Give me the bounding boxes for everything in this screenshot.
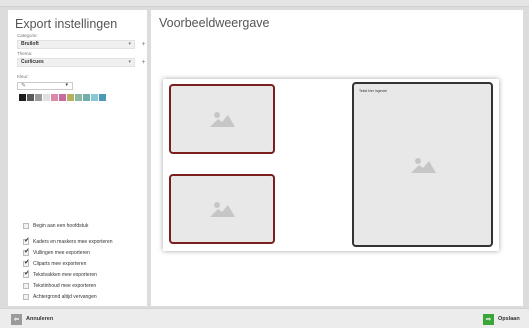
checkbox[interactable] xyxy=(23,269,30,278)
checkbox-label: Kaders en maskers mee exporteren xyxy=(33,239,113,245)
checkbox-label: Cliparts mee exporteren xyxy=(33,261,87,267)
checkbox-label: Achtergrond altijd vervangen xyxy=(33,294,97,300)
forward-arrow-icon: ⇨ xyxy=(483,313,494,325)
footer-bar: ⇦ Annuleren ⇨ Opslaan xyxy=(0,308,529,328)
photo-frame[interactable] xyxy=(169,174,275,244)
add-thema-button[interactable]: + xyxy=(139,58,148,67)
thema-value: Curlicues xyxy=(21,59,44,65)
chevron-down-icon: ▾ xyxy=(128,41,131,47)
panel-title: Export instellingen xyxy=(15,17,118,31)
eyedropper-icon: ✎ xyxy=(21,83,27,89)
checkbox-label: Begin aan een hoofdstuk xyxy=(33,223,89,229)
export-settings-panel: Export instellingen Categorie: Bruiloft … xyxy=(8,10,147,306)
kleur-label: Kleur: xyxy=(17,74,29,79)
color-swatch[interactable] xyxy=(67,94,74,101)
categorie-label: Categorie: xyxy=(17,33,38,38)
chevron-down-icon: ▾ xyxy=(65,82,68,88)
checkbox-row[interactable]: Kaders en maskers mee exporteren xyxy=(23,236,113,245)
save-button[interactable]: ⇨ Opslaan xyxy=(483,312,520,326)
checkbox-row[interactable]: Vullingen mee exporteren xyxy=(23,247,90,256)
checkbox[interactable] xyxy=(23,247,30,256)
checkbox-label: Tekstvakken mee exporteren xyxy=(33,272,97,278)
color-swatch[interactable] xyxy=(75,94,82,101)
checkbox[interactable] xyxy=(23,294,29,300)
checkbox-row[interactable]: Tekstinhoud mee exporteren xyxy=(23,283,96,289)
preview-page: Tekst hier ingeven xyxy=(163,79,499,251)
image-placeholder-icon xyxy=(210,112,235,127)
checkbox[interactable] xyxy=(23,223,29,229)
color-swatch[interactable] xyxy=(35,94,42,101)
thema-select[interactable]: Curlicues ▾ xyxy=(17,58,135,67)
photo-frame[interactable] xyxy=(169,84,275,154)
top-bar xyxy=(0,0,529,7)
checkbox[interactable] xyxy=(23,236,30,245)
color-swatch[interactable] xyxy=(91,94,98,101)
color-swatch[interactable] xyxy=(19,94,26,101)
textbox-frame[interactable]: Tekst hier ingeven xyxy=(352,82,493,247)
color-swatch[interactable] xyxy=(51,94,58,101)
color-swatch[interactable] xyxy=(27,94,34,101)
back-arrow-icon: ⇦ xyxy=(11,313,22,325)
color-picker[interactable]: ✎ ▾ xyxy=(17,82,73,90)
checkbox-row[interactable]: Tekstvakken mee exporteren xyxy=(23,269,97,278)
cancel-button[interactable]: ⇦ Annuleren xyxy=(11,312,53,326)
checkbox[interactable] xyxy=(23,258,30,267)
checkbox-label: Tekstinhoud mee exporteren xyxy=(33,283,97,289)
color-swatches xyxy=(19,94,107,101)
checkbox[interactable] xyxy=(23,283,29,289)
preview-title: Voorbeeldweergave xyxy=(159,16,270,30)
checkbox-row[interactable]: Achtergrond altijd vervangen xyxy=(23,294,97,300)
add-categorie-button[interactable]: + xyxy=(139,40,148,49)
image-placeholder-icon xyxy=(410,157,436,173)
save-label: Opslaan xyxy=(498,316,520,322)
cancel-label: Annuleren xyxy=(26,316,54,322)
checkbox-row[interactable]: Cliparts mee exporteren xyxy=(23,258,87,267)
categorie-value: Bruiloft xyxy=(21,41,39,47)
image-placeholder-icon xyxy=(210,202,235,217)
color-swatch[interactable] xyxy=(43,94,50,101)
color-swatch[interactable] xyxy=(99,94,106,101)
thema-label: Thema: xyxy=(17,51,33,56)
checkbox-label: Vullingen mee exporteren xyxy=(33,250,90,256)
color-swatch[interactable] xyxy=(83,94,90,101)
categorie-select[interactable]: Bruiloft ▾ xyxy=(17,40,135,49)
checkbox-row[interactable]: Begin aan een hoofdstuk xyxy=(23,223,88,229)
textbox-placeholder: Tekst hier ingeven xyxy=(359,89,388,93)
color-swatch[interactable] xyxy=(59,94,66,101)
chevron-down-icon: ▾ xyxy=(128,59,131,65)
